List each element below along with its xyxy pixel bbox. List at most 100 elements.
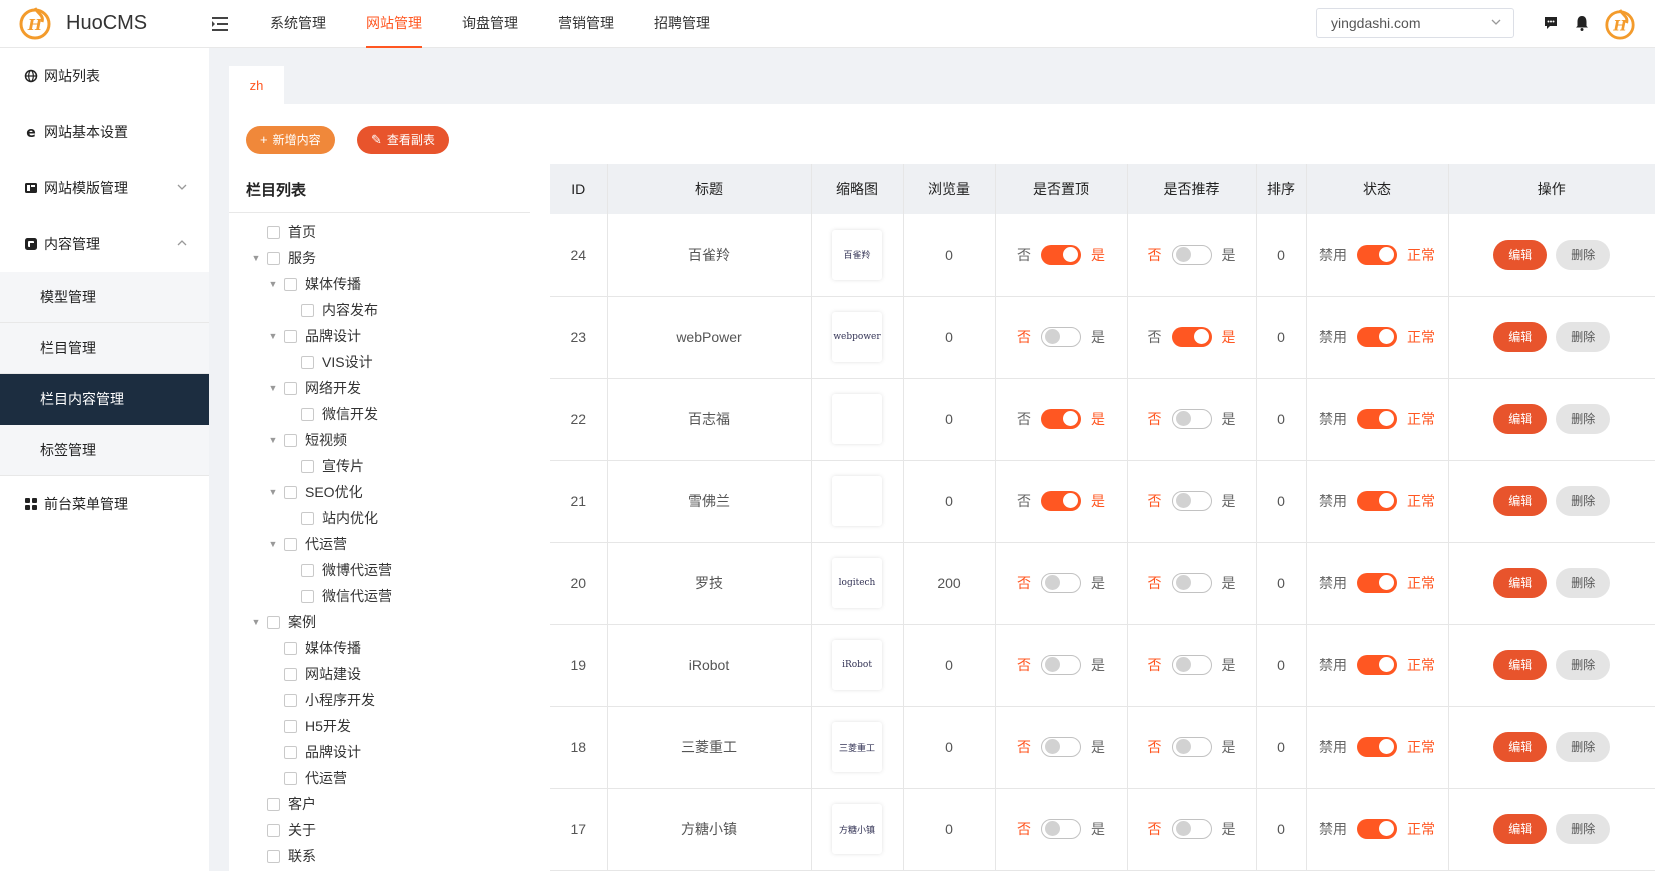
status-toggle[interactable]: 禁用 正常	[1319, 819, 1435, 839]
toggle-switch[interactable]	[1357, 573, 1397, 593]
tree-node[interactable]: 联系	[229, 843, 530, 869]
top-toggle[interactable]: 否是	[1017, 244, 1105, 265]
sidebar-item-site-list[interactable]: 网站列表	[0, 48, 209, 104]
caret-down-icon[interactable]: ▼	[249, 253, 263, 263]
tree-checkbox[interactable]	[284, 485, 297, 499]
add-content-button[interactable]: + 新增内容	[246, 126, 335, 154]
recommend-toggle[interactable]: 否是	[1148, 409, 1236, 429]
domain-select[interactable]: yingdashi.com	[1316, 8, 1514, 38]
edit-button[interactable]: 编辑	[1493, 404, 1548, 434]
toggle-switch[interactable]	[1041, 409, 1081, 429]
caret-down-icon[interactable]: ▼	[266, 279, 280, 289]
top-toggle[interactable]: 否是	[1017, 819, 1105, 839]
recommend-toggle[interactable]: 否是	[1148, 655, 1236, 675]
tree-node[interactable]: 微信开发	[229, 401, 530, 427]
tab-zh[interactable]: zh	[229, 66, 284, 104]
tree-checkbox[interactable]	[301, 355, 314, 369]
menu-fold-icon[interactable]	[210, 14, 230, 34]
tree-checkbox[interactable]	[284, 719, 297, 733]
tree-checkbox[interactable]	[301, 459, 314, 473]
tree-checkbox[interactable]	[284, 771, 297, 785]
tree-node[interactable]: 宣传片	[229, 453, 530, 479]
toggle-switch[interactable]	[1171, 737, 1212, 757]
toggle-switch[interactable]	[1171, 655, 1212, 675]
tree-node[interactable]: 首页	[229, 219, 530, 245]
tree-checkbox[interactable]	[301, 407, 314, 421]
caret-down-icon[interactable]: ▼	[266, 487, 280, 497]
edit-button[interactable]: 编辑	[1493, 814, 1548, 844]
delete-button[interactable]: 删除	[1556, 239, 1611, 270]
edit-button[interactable]: 编辑	[1493, 486, 1548, 516]
tree-checkbox[interactable]	[267, 225, 280, 239]
delete-button[interactable]: 删除	[1556, 486, 1611, 516]
toggle-switch[interactable]	[1041, 327, 1081, 347]
recommend-toggle[interactable]: 否是	[1148, 491, 1236, 511]
toggle-switch[interactable]	[1357, 655, 1397, 675]
toggle-switch[interactable]	[1357, 737, 1397, 757]
tree-node[interactable]: 媒体传播	[229, 635, 530, 661]
toggle-switch[interactable]	[1171, 573, 1212, 593]
edit-button[interactable]: 编辑	[1493, 239, 1548, 270]
sidebar-item-front-menu[interactable]: 前台菜单管理	[0, 476, 209, 532]
tree-checkbox[interactable]	[284, 537, 297, 551]
message-icon[interactable]	[1542, 14, 1560, 32]
tree-checkbox[interactable]	[267, 823, 280, 837]
tree-checkbox[interactable]	[284, 641, 297, 655]
status-toggle[interactable]: 禁用 正常	[1319, 491, 1435, 511]
caret-down-icon[interactable]: ▼	[249, 617, 263, 627]
tree-node[interactable]: 微信代运营	[229, 583, 530, 609]
status-toggle[interactable]: 禁用 正常	[1319, 244, 1435, 265]
tree-node[interactable]: ▼ 代运营	[229, 531, 530, 557]
top-toggle[interactable]: 否是	[1017, 409, 1105, 429]
toggle-switch[interactable]	[1041, 573, 1081, 593]
status-toggle[interactable]: 禁用 正常	[1319, 573, 1435, 593]
tree-node[interactable]: 品牌设计	[229, 739, 530, 765]
top-toggle[interactable]: 否是	[1017, 655, 1105, 675]
tree-node[interactable]: ▼ 品牌设计	[229, 323, 530, 349]
status-toggle[interactable]: 禁用 正常	[1319, 327, 1435, 347]
recommend-toggle[interactable]: 否是	[1148, 244, 1236, 265]
toggle-switch[interactable]	[1357, 819, 1397, 839]
tree-node[interactable]: 代运营	[229, 765, 530, 791]
tree-checkbox[interactable]	[284, 277, 297, 291]
recommend-toggle[interactable]: 否是	[1148, 327, 1236, 347]
tree-node[interactable]: VIS设计	[229, 349, 530, 375]
caret-down-icon[interactable]: ▼	[266, 331, 280, 341]
sidebar-item-content[interactable]: 内容管理	[0, 216, 209, 272]
tree-checkbox[interactable]	[301, 589, 314, 603]
sidebar-item-site-settings[interactable]: e 网站基本设置	[0, 104, 209, 160]
tree-node[interactable]: H5开发	[229, 713, 530, 739]
edit-button[interactable]: 编辑	[1493, 322, 1548, 352]
tree-checkbox[interactable]	[284, 329, 297, 343]
tree-node[interactable]: 微博代运营	[229, 557, 530, 583]
status-toggle[interactable]: 禁用 正常	[1319, 737, 1435, 757]
delete-button[interactable]: 删除	[1556, 732, 1611, 762]
nav-inquiry[interactable]: 询盘管理	[462, 0, 518, 48]
sidebar-item-template[interactable]: 网站模版管理	[0, 160, 209, 216]
caret-down-icon[interactable]: ▼	[266, 435, 280, 445]
tree-checkbox[interactable]	[267, 849, 280, 863]
tree-checkbox[interactable]	[301, 563, 314, 577]
sidebar-subitem-tags[interactable]: 标签管理	[0, 425, 209, 476]
toggle-switch[interactable]	[1171, 491, 1212, 511]
toggle-switch[interactable]	[1041, 491, 1081, 511]
tree-node[interactable]: ▼ SEO优化	[229, 479, 530, 505]
tree-node[interactable]: 内容发布	[229, 297, 530, 323]
view-subtable-button[interactable]: ✎ 查看副表	[357, 126, 449, 154]
delete-button[interactable]: 删除	[1556, 650, 1611, 680]
tree-checkbox[interactable]	[267, 615, 280, 629]
toggle-switch[interactable]	[1171, 327, 1212, 347]
nav-website[interactable]: 网站管理	[366, 0, 422, 48]
toggle-switch[interactable]	[1357, 244, 1397, 265]
tree-node[interactable]: ▼ 短视频	[229, 427, 530, 453]
tree-node[interactable]: 小程序开发	[229, 687, 530, 713]
toggle-switch[interactable]	[1357, 327, 1397, 347]
toggle-switch[interactable]	[1357, 491, 1397, 511]
status-toggle[interactable]: 禁用 正常	[1319, 409, 1435, 429]
caret-down-icon[interactable]: ▼	[266, 383, 280, 393]
toggle-switch[interactable]	[1041, 655, 1081, 675]
toggle-switch[interactable]	[1171, 244, 1212, 265]
user-avatar[interactable]: H	[1604, 8, 1636, 40]
caret-down-icon[interactable]: ▼	[266, 539, 280, 549]
tree-checkbox[interactable]	[284, 667, 297, 681]
